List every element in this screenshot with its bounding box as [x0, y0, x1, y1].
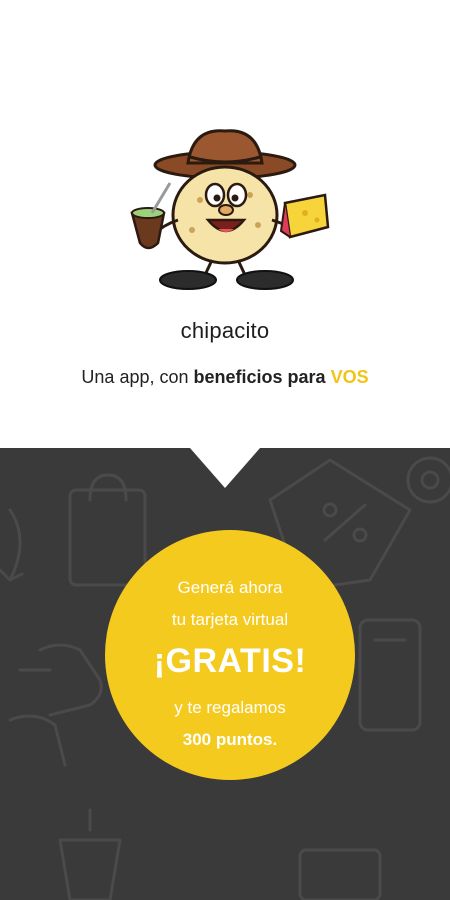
mate-icon — [130, 182, 172, 250]
promo-circle[interactable]: Generá ahora tu tarjeta virtual ¡GRATIS!… — [105, 530, 355, 780]
tagline-prefix: Una app, con — [81, 367, 194, 387]
tagline: Una app, con beneficios para VOS — [0, 367, 450, 388]
promo-headline: ¡GRATIS! — [153, 642, 307, 680]
mascot-chipa-icon — [130, 129, 330, 290]
cheese-icon — [279, 193, 330, 239]
tagline-accent: VOS — [330, 367, 369, 387]
promo-line-4: 300 puntos. — [182, 730, 278, 749]
header-section: chipacito Una app, con beneficios para V… — [0, 0, 450, 520]
app-name: chipacito — [180, 318, 270, 343]
promo-line-1: Generá ahora — [177, 578, 283, 597]
promo-line-3: y te regalamos — [174, 698, 286, 717]
promo-line-2: tu tarjeta virtual — [171, 610, 289, 629]
tagline-bold: beneficios para — [193, 367, 331, 387]
